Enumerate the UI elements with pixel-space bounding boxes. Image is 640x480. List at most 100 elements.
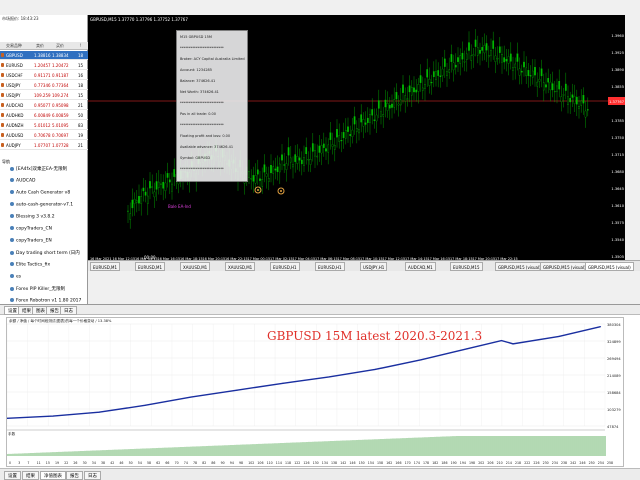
chart-tab[interactable]: USDJPY,H1: [360, 262, 388, 271]
col-bid[interactable]: 卖价: [36, 43, 44, 49]
chart-tab[interactable]: XAUUSD,M1: [225, 262, 256, 271]
balance-point: [466, 348, 468, 350]
x-axis-label: 230: [543, 461, 549, 465]
balance-point: [52, 415, 54, 417]
x-axis-label: 82: [202, 461, 206, 465]
x-axis-label: 106: [257, 461, 263, 465]
navigator-item[interactable]: copyTraders_CN: [10, 226, 52, 235]
tester-bottom-tab[interactable]: 报告: [66, 471, 83, 480]
x-axis-label: 170: [405, 461, 411, 465]
navigator-item[interactable]: es: [10, 274, 21, 283]
market-watch-row[interactable]: AUDJPY 1.07707 1.07728 21: [0, 141, 88, 150]
tester-bottom-tab[interactable]: 设置: [4, 471, 21, 480]
symbol-icon: [1, 73, 4, 77]
x-axis-label: 186: [441, 461, 447, 465]
volume-label: 手数: [8, 431, 16, 436]
row-ask: 109.274: [52, 93, 69, 98]
market-watch-row[interactable]: USDJPY 109.259 109.274 15: [0, 91, 88, 100]
navigator-item[interactable]: Auto Cash Generator v8: [10, 190, 70, 199]
market-watch-row[interactable]: EURUSD 1.20457 1.20472 15: [0, 61, 88, 70]
col-ask[interactable]: 买价: [56, 43, 64, 49]
tester-bottom-tab[interactable]: 日志: [84, 471, 101, 480]
x-axis-label: 42: [110, 461, 114, 465]
y-axis-label: 269494: [607, 357, 621, 361]
x-axis-label: 118: [285, 461, 291, 465]
trade-marker-dot-icon: [257, 189, 259, 191]
symbol-icon: [1, 123, 4, 127]
navigator-item[interactable]: auto-cash-generator-v7.1: [10, 202, 73, 211]
x-axis-label: 3: [18, 461, 20, 465]
market-watch-row[interactable]: AUDCAD 0.95077 0.95098 21: [0, 101, 88, 110]
info-line: Balance: 374626.41: [180, 79, 216, 83]
navigator-item[interactable]: AUDCAD: [10, 178, 36, 187]
price-label: 1.3890: [611, 68, 624, 72]
chart-tab[interactable]: EURUSD,M1: [135, 262, 166, 271]
chart-tab[interactable]: XAUUSD,M1: [180, 262, 211, 271]
x-axis-label: 218: [515, 461, 521, 465]
x-axis-label: 254: [598, 461, 604, 465]
graph-caption: 余额 / 净值 / 每个时间段测试(图表)的每一个价格变动 / 13.38%: [9, 318, 112, 323]
price-chart[interactable]: GBPUSD,M15 1.37770 1.37796 1.37752 1.377…: [88, 15, 625, 267]
navigator-item[interactable]: Day trading short term (日内: [10, 250, 80, 259]
balance-point: [558, 335, 560, 338]
market-watch-row[interactable]: AUDNZH 5.01012 5.01095 83: [0, 121, 88, 130]
x-axis-label: 26: [73, 461, 77, 465]
chart-tab[interactable]: GBPUSD,M15 (visual): [540, 262, 589, 271]
x-axis-label: 142: [340, 461, 346, 465]
col-symbol[interactable]: 交易品种: [6, 43, 22, 49]
x-axis-label: 158: [377, 461, 383, 465]
symbol-icon: [1, 143, 4, 147]
chart-tab[interactable]: GBPUSD,M15 (visual): [495, 262, 544, 271]
info-line: Account: 1234285: [180, 68, 213, 72]
row-spread: 15: [78, 93, 84, 98]
price-label: 1.3540: [611, 238, 624, 242]
x-axis-label: 154: [368, 461, 374, 465]
row-symbol: USDCHF: [6, 73, 23, 78]
expert-advisor-icon: [10, 238, 14, 242]
navigator-item[interactable]: Elite Tactics_fix: [10, 262, 50, 271]
chart-tab[interactable]: EURUSD,M15: [450, 262, 483, 271]
market-watch-row[interactable]: USDJPY 0.77346 0.77364 18: [0, 81, 88, 90]
tester-bottom-tab[interactable]: 净值图表: [40, 471, 66, 480]
info-line: Available advance: 374626.41: [180, 145, 234, 149]
symbol-icon: [1, 93, 4, 97]
y-axis-label: 214089: [607, 374, 621, 378]
row-spread: 83: [78, 123, 84, 128]
row-symbol: AUDCAD: [6, 103, 24, 108]
navigator-panel: 导航 [EA4fx]双乘正EA-无限制 AUDCAD Auto Cash Gener…: [0, 158, 88, 468]
chart-tab[interactable]: EURUSD,H1: [270, 262, 300, 271]
row-symbol: AUDJPY: [6, 143, 21, 148]
row-bid: 1.38816: [34, 53, 51, 58]
x-axis-label: 214: [506, 461, 512, 465]
x-axis-label: 166: [395, 461, 401, 465]
navigator-item-label: Auto Cash Generator v8: [16, 190, 71, 196]
market-watch-row[interactable]: USDCHF 0.91171 0.91187 16: [0, 71, 88, 80]
x-axis-label: 94: [230, 461, 234, 465]
navigator-item[interactable]: Forex PIP Killer_无限制: [10, 286, 65, 295]
navigator-item[interactable]: copyTraders_EN: [10, 238, 52, 247]
expert-advisor-icon: [10, 190, 14, 194]
current-price-text: 1.37767: [609, 100, 624, 104]
chart-tab[interactable]: GBPUSD,M15 (visual): [585, 262, 634, 271]
info-line: M15 GBPUSD 15M: [180, 35, 212, 39]
balance-point: [282, 382, 284, 384]
price-label: 1.3645: [611, 187, 624, 191]
market-watch-row[interactable]: GBPUSD 1.38816 1.38834 18: [0, 51, 88, 60]
navigator-item[interactable]: Blessing 3 v3.8.2: [10, 214, 55, 223]
x-axis-label: 58: [147, 461, 151, 465]
navigator-item[interactable]: [EA4fx]双乘正EA-无限制: [10, 166, 67, 175]
chart-tab[interactable]: AUDCAD,M1: [405, 262, 436, 271]
chart-tabs: EURUSD,M1 EURUSD,M1 XAUUSD,M1 XAUUSD,M1 EURU…: [88, 260, 640, 271]
row-symbol: EURUSD: [6, 63, 23, 68]
candlestick-chart[interactable]: GBPUSD,M15 1.37770 1.37796 1.37752 1.377…: [88, 15, 625, 261]
col-spread[interactable]: !: [80, 43, 82, 48]
market-watch-row[interactable]: AUDHKD 6.00849 6.00859 50: [0, 111, 88, 120]
market-watch-row[interactable]: AUDUSD 0.70678 0.70697 19: [0, 131, 88, 140]
tester-bottom-tab[interactable]: 结果: [22, 471, 39, 480]
chart-tab[interactable]: EURUSD,M1: [90, 262, 121, 271]
x-axis-label: 70: [175, 461, 179, 465]
tester-top-tab[interactable]: 日志: [60, 306, 77, 315]
navigator-item-label: Blessing 3 v3.8.2: [16, 214, 55, 220]
chart-tab[interactable]: EURUSD,H1: [315, 262, 345, 271]
balance-point: [599, 326, 602, 328]
